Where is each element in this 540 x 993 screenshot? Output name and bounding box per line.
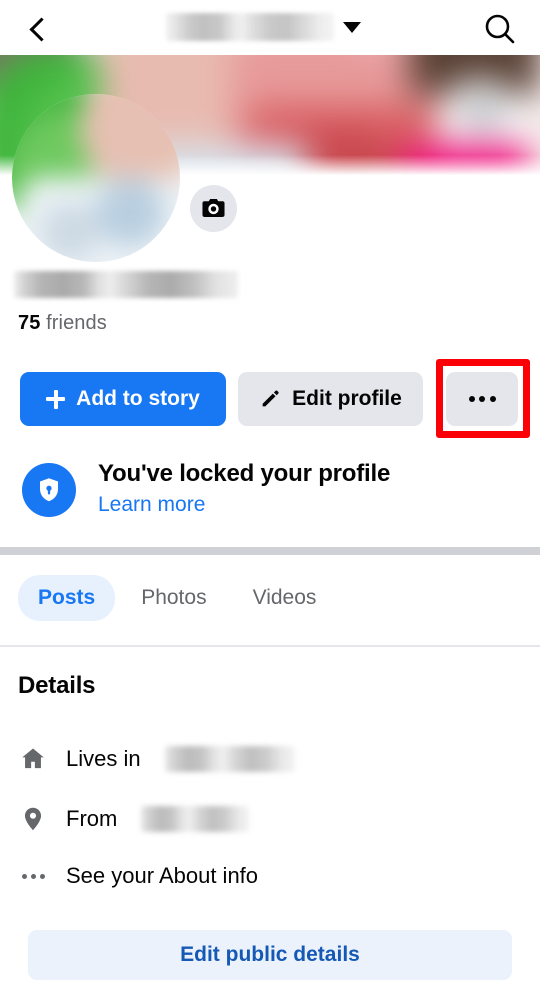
details-heading: Details	[18, 672, 96, 699]
edit-public-details-button[interactable]: Edit public details	[28, 930, 512, 980]
detail-row-from[interactable]: From	[18, 802, 250, 836]
edit-profile-button[interactable]: Edit profile	[238, 372, 423, 426]
locked-profile-text: You've locked your profile Learn more	[98, 460, 390, 519]
detail-label-see-about-info: See your About info	[66, 863, 259, 888]
detail-label-lives-in: Lives in	[66, 746, 141, 771]
search-button[interactable]	[478, 7, 522, 51]
avatar[interactable]	[12, 94, 180, 262]
tab-videos[interactable]: Videos	[233, 575, 337, 621]
facebook-profile-screen: 75 friends Add to story Edit profile You…	[0, 0, 540, 993]
shield-lock-icon	[22, 462, 76, 517]
learn-more-link[interactable]: Learn more	[98, 491, 390, 519]
back-button[interactable]	[18, 8, 60, 50]
camera-icon	[202, 198, 225, 217]
shield-lock-glyph	[40, 477, 58, 501]
add-to-story-label: Add to story	[76, 387, 200, 410]
friends-count[interactable]: 75 friends	[18, 312, 107, 335]
change-profile-photo-button[interactable]	[190, 185, 237, 232]
locked-profile-notice: You've locked your profile Learn more	[0, 460, 540, 519]
detail-row-see-about-info[interactable]: See your About info	[18, 859, 258, 893]
tabs-divider	[0, 645, 540, 647]
plus-icon	[46, 389, 66, 409]
friends-count-label: friends	[46, 312, 107, 334]
detail-value-lives-in	[164, 746, 295, 772]
profile-tabs: Posts Photos Videos	[0, 575, 540, 621]
chevron-left-icon	[29, 16, 54, 42]
more-options-button[interactable]	[446, 372, 518, 426]
search-icon	[485, 14, 515, 44]
ellipsis-icon	[468, 396, 496, 402]
friends-count-number: 75	[18, 312, 41, 334]
ellipsis-icon	[18, 861, 48, 891]
detail-row-lives-in[interactable]: Lives in	[18, 742, 295, 776]
detail-value-from	[141, 806, 250, 832]
location-pin-icon	[18, 804, 48, 834]
pencil-icon	[262, 390, 279, 407]
detail-label-from: From	[66, 806, 118, 831]
tab-posts[interactable]: Posts	[18, 575, 116, 621]
caret-down-icon	[343, 21, 361, 33]
profile-name-dropdown[interactable]	[166, 13, 361, 41]
tab-photos[interactable]: Photos	[121, 575, 226, 621]
avatar-image	[12, 94, 180, 262]
add-to-story-button[interactable]: Add to story	[20, 372, 226, 426]
top-navigation-bar	[0, 0, 540, 55]
section-divider	[0, 547, 540, 555]
profile-display-name	[14, 271, 238, 298]
edit-profile-label: Edit profile	[292, 387, 402, 410]
locked-profile-title: You've locked your profile	[98, 460, 391, 487]
header-profile-name	[166, 13, 334, 41]
profile-actions-row: Add to story Edit profile	[0, 372, 540, 426]
home-icon	[18, 744, 48, 774]
